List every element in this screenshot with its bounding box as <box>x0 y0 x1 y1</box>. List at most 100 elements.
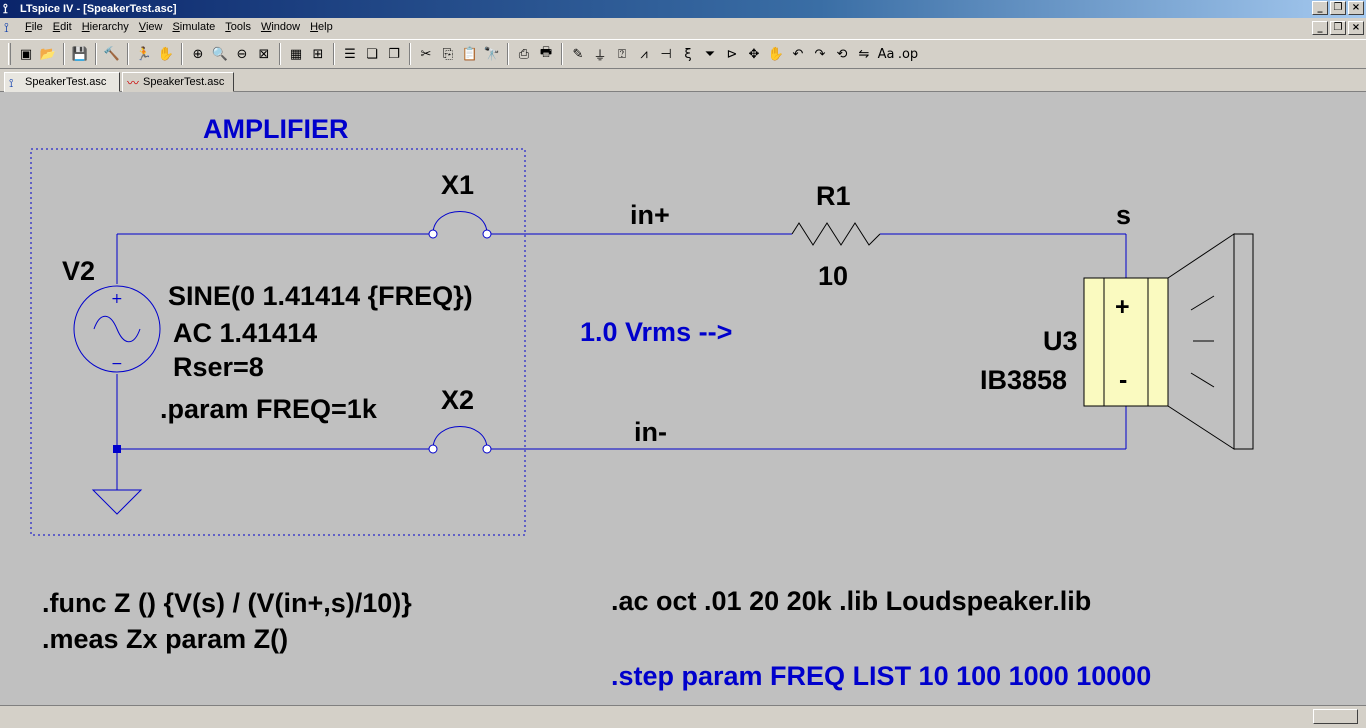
close-button[interactable]: × <box>1348 1 1364 15</box>
schematic-canvas[interactable]: AMPLIFIER + − V2 SINE(0 1.41414 {FREQ}) … <box>0 92 1366 705</box>
scrollbar-thumb[interactable] <box>1313 709 1358 724</box>
v2-name: V2 <box>62 256 95 286</box>
menu-window[interactable]: Window <box>261 21 300 33</box>
zoom-fit-icon[interactable]: ⊠ <box>253 43 275 65</box>
diode-icon[interactable]: ⏷ <box>699 43 721 65</box>
vrms-comment[interactable]: 1.0 Vrms --> <box>580 317 732 347</box>
u3-plus-terminal: + <box>1115 293 1130 321</box>
waveform-icon: 〰 <box>127 76 140 90</box>
minimize-button[interactable]: _ <box>1312 1 1328 15</box>
voltage-source-v2[interactable]: + − <box>73 285 161 373</box>
menu-help[interactable]: Help <box>310 21 333 33</box>
spice-directive-icon[interactable]: .op <box>897 43 919 65</box>
title-bar: ⟟ LTspice IV - [SpeakerTest.asc] _ ❐ × <box>0 0 1366 18</box>
cascade-icon[interactable]: ❏ <box>361 43 383 65</box>
halt-icon[interactable]: ✋ <box>155 43 177 65</box>
undo-icon[interactable]: ↶ <box>787 43 809 65</box>
toolbar-separator <box>333 43 335 65</box>
menu-bar: ⟟ File Edit Hierarchy View Simulate Tools Wind… <box>0 18 1366 38</box>
toolbar-separator <box>181 43 183 65</box>
open-folder-icon[interactable]: 📂 <box>37 43 59 65</box>
label-net-icon[interactable]: ⍰ <box>611 43 633 65</box>
window-controls: _ ❐ × <box>1312 1 1364 15</box>
ground-icon[interactable]: ⏚ <box>589 43 611 65</box>
wires <box>116 233 1127 490</box>
menu-simulate[interactable]: Simulate <box>172 21 215 33</box>
zoom-out-icon[interactable]: ⊖ <box>231 43 253 65</box>
ac-lib-directive[interactable]: .ac oct .01 20 20k .lib Loudspeaker.lib <box>611 586 1091 616</box>
toolbar-separator <box>279 43 281 65</box>
v2-value-ac: AC 1.41414 <box>173 318 317 348</box>
zoom-in-icon[interactable]: ⊕ <box>187 43 209 65</box>
rotate-icon[interactable]: ⟲ <box>831 43 853 65</box>
paste-icon[interactable]: 📋 <box>459 43 481 65</box>
control-panel-icon[interactable]: 🔨 <box>101 43 123 65</box>
copy-icon[interactable]: ⎘ <box>437 43 459 65</box>
inductor-icon[interactable]: ξ <box>677 43 699 65</box>
x1-name: X1 <box>441 170 474 200</box>
text-icon[interactable]: Aa <box>875 43 897 65</box>
document-window-controls: _ ❐ × <box>1312 21 1364 35</box>
subcircuit-x2[interactable] <box>428 426 492 454</box>
param-directive[interactable]: .param FREQ=1k <box>160 394 378 424</box>
ground-symbol[interactable] <box>91 489 143 515</box>
autorange-icon[interactable]: ▦ <box>285 43 307 65</box>
move-icon[interactable]: ✥ <box>743 43 765 65</box>
resistor-r1[interactable] <box>791 222 881 246</box>
u3-name: U3 <box>1043 326 1078 356</box>
tab-schematic[interactable]: ⟟ SpeakerTest.asc <box>4 72 120 92</box>
draw-wire-icon[interactable]: ✎ <box>567 43 589 65</box>
restore-button[interactable]: ❐ <box>1330 1 1346 15</box>
menu-file[interactable]: File <box>25 21 43 33</box>
r1-value: 10 <box>818 261 848 291</box>
menu-tools[interactable]: Tools <box>225 21 251 33</box>
net-label-s[interactable]: s <box>1116 200 1131 230</box>
v2-value-sine: SINE(0 1.41414 {FREQ}) <box>168 281 473 311</box>
new-schematic-icon[interactable]: ▣ <box>15 43 37 65</box>
menu-list: File Edit Hierarchy View Simulate Tools Window… <box>25 21 343 33</box>
loudspeaker-u3[interactable] <box>1083 233 1254 450</box>
component-icon[interactable]: ⊳ <box>721 43 743 65</box>
grid-icon[interactable]: ⊞ <box>307 43 329 65</box>
step-directive[interactable]: .step param FREQ LIST 10 100 1000 10000 <box>611 661 1151 691</box>
x2-name: X2 <box>441 385 474 415</box>
net-label-in-minus[interactable]: in- <box>634 417 667 447</box>
toolbar: ▣ 📂 💾 🔨 🏃 ✋ ⊕ 🔍 ⊖ ⊠ ▦ ⊞ ☰ ❏ ❐ ✂ ⎘ 📋 🔭 ⎙ 🖶 ✎ ⏚ ⍰ ⩘ ⊣ ξ ⏷ ⊳ ✥ ✋ ↶ ↷ ⟲ ⇋ Aa .op <box>0 39 1366 69</box>
horizontal-scrollbar[interactable] <box>0 705 1366 728</box>
menu-view[interactable]: View <box>139 21 163 33</box>
tab-label: SpeakerTest.asc <box>25 76 107 88</box>
pan-icon[interactable]: 🔍 <box>209 43 231 65</box>
tile-vertical-icon[interactable]: ❐ <box>383 43 405 65</box>
cut-icon[interactable]: ✂ <box>415 43 437 65</box>
save-icon[interactable]: 💾 <box>69 43 91 65</box>
doc-close-button[interactable]: × <box>1348 21 1364 35</box>
toolbar-separator <box>95 43 97 65</box>
ltspice-app-icon: ⟟ <box>3 1 8 16</box>
print-setup-icon[interactable]: ⎙ <box>513 43 535 65</box>
tab-waveform[interactable]: 〰 SpeakerTest.asc <box>122 72 234 92</box>
drag-icon[interactable]: ✋ <box>765 43 787 65</box>
menu-hierarchy[interactable]: Hierarchy <box>82 21 129 33</box>
r1-name: R1 <box>816 181 851 211</box>
junction-dot <box>113 445 121 453</box>
amplifier-label: AMPLIFIER <box>203 114 349 144</box>
meas-directive[interactable]: .meas Zx param Z() <box>42 624 288 654</box>
subcircuit-x1[interactable] <box>428 211 492 239</box>
tile-horizontal-icon[interactable]: ☰ <box>339 43 361 65</box>
mirror-icon[interactable]: ⇋ <box>853 43 875 65</box>
find-icon[interactable]: 🔭 <box>481 43 503 65</box>
redo-icon[interactable]: ↷ <box>809 43 831 65</box>
run-icon[interactable]: 🏃 <box>133 43 155 65</box>
schematic-drawing[interactable]: AMPLIFIER + − V2 SINE(0 1.41414 {FREQ}) … <box>0 92 1366 705</box>
resistor-icon[interactable]: ⩘ <box>633 43 655 65</box>
document-icon[interactable]: ⟟ <box>4 20 20 36</box>
func-directive[interactable]: .func Z () {V(s) / (V(in+,s)/10)} <box>42 588 412 618</box>
doc-restore-button[interactable]: ❐ <box>1330 21 1346 35</box>
u3-value: IB3858 <box>980 365 1067 395</box>
menu-edit[interactable]: Edit <box>53 21 72 33</box>
print-icon[interactable]: 🖶 <box>535 43 557 65</box>
toolbar-grip[interactable] <box>8 43 11 65</box>
net-label-in-plus[interactable]: in+ <box>630 200 670 230</box>
capacitor-icon[interactable]: ⊣ <box>655 43 677 65</box>
doc-minimize-button[interactable]: _ <box>1312 21 1328 35</box>
